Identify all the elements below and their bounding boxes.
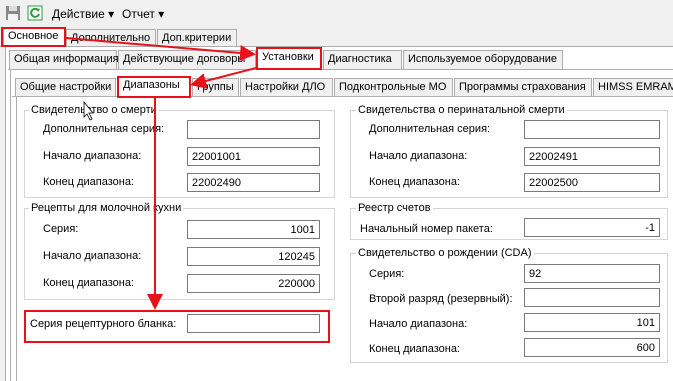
arrow-to-settings-tab — [65, 37, 256, 61]
arrow-to-ranges-tab — [190, 67, 257, 89]
mouse-cursor-icon — [83, 100, 94, 121]
annotation-arrows — [65, 37, 257, 310]
